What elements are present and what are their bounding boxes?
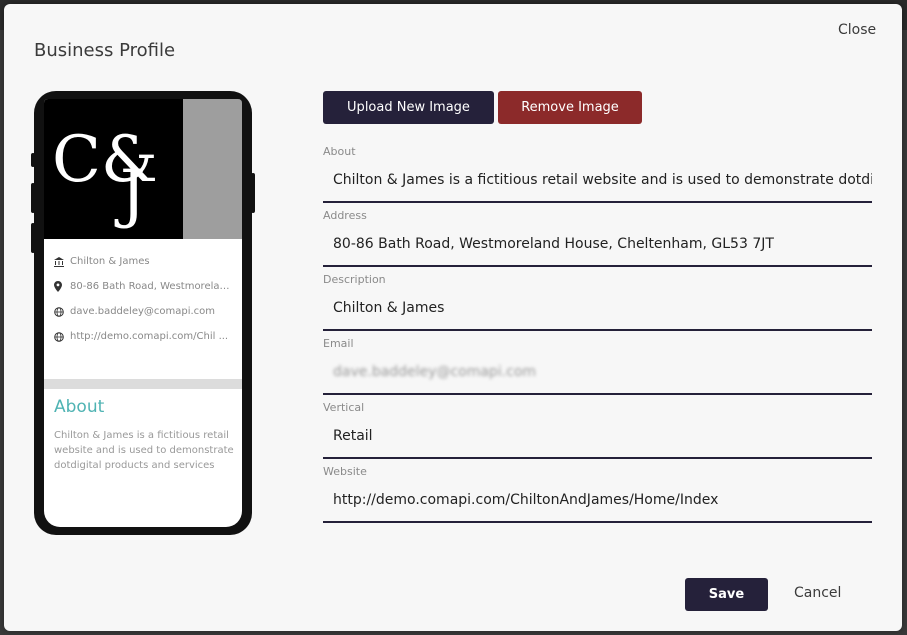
- section-divider: [44, 379, 242, 389]
- website-field: Website http://demo.comapi.com/ChiltonAn…: [323, 465, 872, 523]
- remove-image-button[interactable]: Remove Image: [498, 91, 642, 124]
- phone-preview: C& J Chilton & James 80-86 Bath Road, We: [31, 91, 255, 535]
- globe-icon: [54, 331, 70, 342]
- about-input[interactable]: Chilton & James is a fictitious retail w…: [323, 165, 872, 203]
- vertical-field: Vertical Retail: [323, 401, 872, 459]
- phone-side-button: [31, 223, 35, 253]
- close-button[interactable]: Close: [838, 22, 876, 38]
- description-input[interactable]: Chilton & James: [323, 293, 872, 331]
- about-text: Chilton & James is a fictitious retail w…: [54, 430, 234, 471]
- description-field-label: Description: [323, 273, 386, 286]
- bank-icon: [54, 256, 70, 267]
- save-button[interactable]: Save: [685, 578, 768, 611]
- location-pin-icon: [54, 281, 70, 292]
- address-field: Address 80-86 Bath Road, Westmoreland Ho…: [323, 209, 872, 267]
- email-value-blurred: dave.baddeley@comapi.com: [333, 364, 537, 380]
- contact-info-list: Chilton & James 80-86 Bath Road, Westmor…: [54, 249, 234, 349]
- about-heading: About: [54, 397, 105, 417]
- vertical-input[interactable]: Retail: [323, 421, 872, 459]
- about-field: About Chilton & James is a fictitious re…: [323, 145, 872, 203]
- modal-title: Business Profile: [34, 40, 176, 61]
- vertical-field-label: Vertical: [323, 401, 365, 414]
- info-website: http://demo.comapi.com/Chil ...: [54, 324, 234, 349]
- website-field-label: Website: [323, 465, 367, 478]
- globe-icon: [54, 306, 70, 317]
- image-placeholder: [183, 99, 242, 239]
- upload-new-image-button[interactable]: Upload New Image: [323, 91, 494, 124]
- phone-side-button: [31, 153, 35, 167]
- business-logo: C& J: [52, 123, 158, 231]
- email-field: Email dave.baddeley@comapi.com: [323, 337, 872, 395]
- profile-image: C& J: [44, 99, 242, 239]
- phone-side-button: [31, 183, 35, 213]
- website-input[interactable]: http://demo.comapi.com/ChiltonAndJames/H…: [323, 485, 872, 523]
- email-field-label: Email: [323, 337, 354, 350]
- description-field: Description Chilton & James: [323, 273, 872, 331]
- info-email: dave.baddeley@comapi.com: [54, 299, 234, 324]
- cancel-button[interactable]: Cancel: [794, 585, 841, 601]
- info-address: 80-86 Bath Road, Westmorela ...: [54, 274, 234, 299]
- phone-screen: C& J Chilton & James 80-86 Bath Road, We: [44, 99, 242, 527]
- address-input[interactable]: 80-86 Bath Road, Westmoreland House, Che…: [323, 229, 872, 267]
- business-profile-modal: Business Profile Close C& J Chilton & Ja…: [4, 4, 902, 631]
- about-field-label: About: [323, 145, 356, 158]
- address-field-label: Address: [323, 209, 367, 222]
- info-business-name: Chilton & James: [54, 249, 234, 274]
- phone-side-button: [251, 173, 255, 213]
- email-input[interactable]: dave.baddeley@comapi.com: [323, 357, 872, 395]
